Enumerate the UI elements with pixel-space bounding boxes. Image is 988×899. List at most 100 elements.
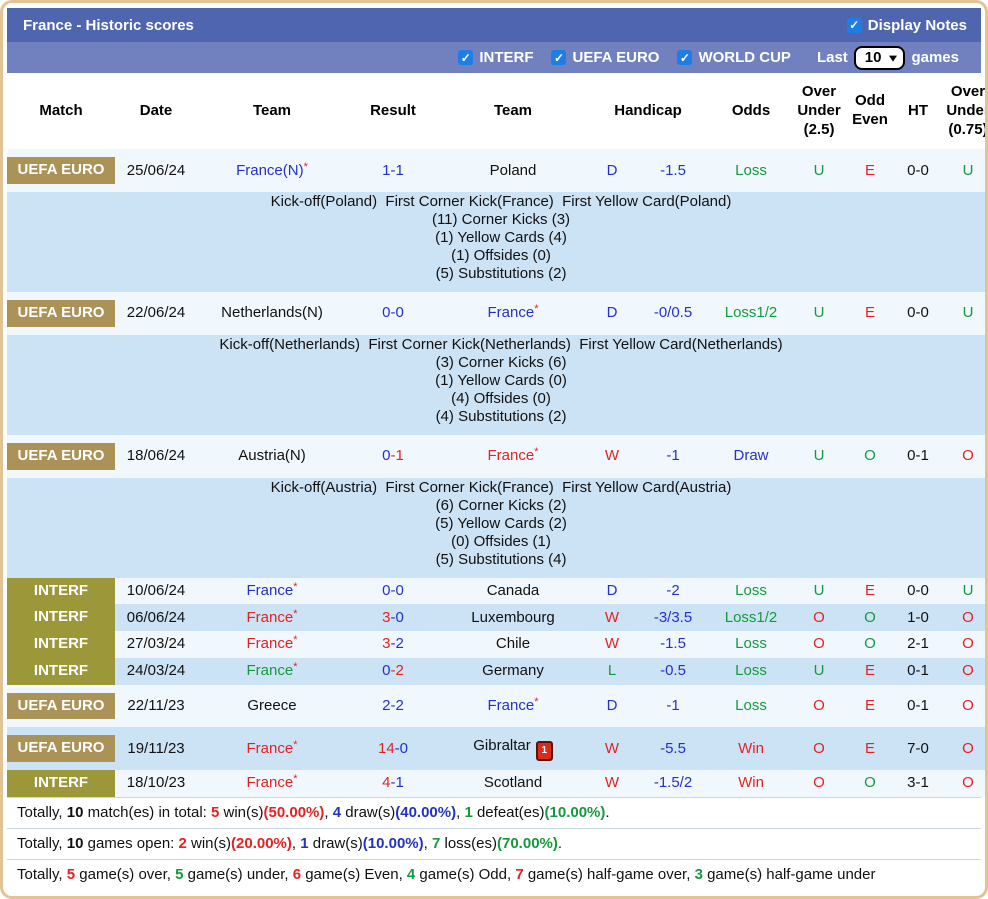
handicap-cell: -3/3.5 [637, 604, 709, 631]
summary-text: 4 [407, 866, 415, 883]
match-table-body: UEFA EURO25/06/24France(N)*1-1PolandD-1.… [7, 149, 988, 797]
home-team-cell: France* [197, 631, 347, 658]
match-competition-cell: UEFA EURO [7, 435, 115, 478]
outcome-cell: W [587, 435, 637, 478]
col-home-team: Team [197, 73, 347, 149]
match-competition-cell: INTERF [7, 631, 115, 658]
note-line: Kick-off(Austria) First Corner Kick(Fran… [17, 479, 985, 497]
world-cup-label: WORLD CUP [698, 49, 791, 66]
odd-even-cell: O [845, 631, 895, 658]
competition-badge: INTERF [7, 604, 115, 631]
match-row: UEFA EURO19/11/23France*14-0Gibraltar1W-… [7, 727, 988, 770]
result-cell: 0-1 [347, 435, 439, 478]
home-score: 14 [378, 740, 395, 757]
team-name: France [247, 662, 294, 679]
red-card-icon: 1 [536, 741, 553, 761]
summary-text: 2 [179, 835, 187, 852]
note-line: (4) Offsides (0) [17, 390, 985, 408]
date-cell: 19/11/23 [115, 727, 197, 770]
col-odd-even: Odd Even [845, 73, 895, 149]
summary-line: Totally, 5 game(s) over, 5 game(s) under… [7, 859, 981, 890]
match-competition-cell: INTERF [7, 770, 115, 797]
outcome-cell: D [587, 292, 637, 335]
summary-text: 10 [67, 804, 84, 821]
away-team-cell: Germany [439, 658, 587, 685]
interf-checkbox[interactable] [458, 50, 473, 65]
home-score: 0 [382, 304, 390, 321]
note-line: (5) Substitutions (4) [17, 551, 985, 569]
ht-cell: 0-1 [895, 685, 941, 728]
result-cell: 0-0 [347, 292, 439, 335]
team-name: France [247, 774, 294, 791]
team-name: Gibraltar [473, 737, 531, 754]
match-notes: Kick-off(Poland) First Corner Kick(Franc… [7, 192, 988, 292]
away-team-cell: Luxembourg [439, 604, 587, 631]
summary-text: (10.00%) [363, 835, 424, 852]
match-competition-cell: UEFA EURO [7, 292, 115, 335]
col-odds: Odds [709, 73, 793, 149]
away-team-cell: Canada [439, 578, 587, 605]
competition-badge: UEFA EURO [7, 693, 115, 720]
filter-world-cup[interactable]: WORLD CUP [677, 49, 791, 66]
outcome-cell: L [587, 658, 637, 685]
display-notes-checkbox[interactable] [847, 18, 862, 33]
odd-even-cell: O [845, 435, 895, 478]
handicap-cell: -0.5 [637, 658, 709, 685]
match-row: UEFA EURO25/06/24France(N)*1-1PolandD-1.… [7, 149, 988, 192]
col-over-under-075: Over Under (0.75) [941, 73, 988, 149]
over-under-25-cell: U [793, 292, 845, 335]
odds-cell: Loss [709, 578, 793, 605]
uefa-euro-checkbox[interactable] [551, 50, 566, 65]
ht-cell: 0-0 [895, 578, 941, 605]
followed-star-icon: * [534, 303, 538, 315]
last-games-select[interactable]: 10 [854, 46, 906, 70]
ht-cell: 0-1 [895, 658, 941, 685]
date-cell: 22/06/24 [115, 292, 197, 335]
team-name: France [488, 697, 535, 714]
home-team-cell: France* [197, 770, 347, 797]
team-name: Netherlands(N) [221, 304, 323, 321]
summary-text: draw(s) [309, 835, 363, 852]
display-notes-toggle[interactable]: Display Notes [847, 17, 967, 34]
odd-even-cell: O [845, 604, 895, 631]
summary-text: , [324, 804, 332, 821]
handicap-cell: -1.5/2 [637, 770, 709, 797]
over-under-25-cell: U [793, 435, 845, 478]
summary-text: (50.00%) [264, 804, 325, 821]
summary-text: . [605, 804, 609, 821]
summary-text: (70.00%) [497, 835, 558, 852]
result-cell: 0-0 [347, 578, 439, 605]
over-under-25-cell: O [793, 727, 845, 770]
world-cup-checkbox[interactable] [677, 50, 692, 65]
away-score: -0 [391, 582, 404, 599]
last-games-group: Last 10 games [817, 46, 959, 70]
summary-line: Totally, 10 match(es) in total: 5 win(s)… [7, 797, 981, 828]
outcome-cell: W [587, 604, 637, 631]
outcome-cell: D [587, 149, 637, 192]
home-team-cell: France* [197, 604, 347, 631]
result-cell: 3-0 [347, 604, 439, 631]
filter-interf[interactable]: INTERF [458, 49, 533, 66]
handicap-cell: -1.5 [637, 149, 709, 192]
team-name: France [247, 582, 294, 599]
match-row: UEFA EURO18/06/24Austria(N)0-1France*W-1… [7, 435, 988, 478]
outcome-cell: D [587, 685, 637, 728]
over-under-075-cell: O [941, 770, 988, 797]
filter-uefa-euro[interactable]: UEFA EURO [551, 49, 659, 66]
outcome-cell: W [587, 727, 637, 770]
odds-cell: Draw [709, 435, 793, 478]
match-row: INTERF06/06/24France*3-0LuxembourgW-3/3.… [7, 604, 988, 631]
match-row: INTERF27/03/24France*3-2ChileW-1.5LossOO… [7, 631, 988, 658]
note-line: (5) Yellow Cards (2) [17, 515, 985, 533]
date-cell: 22/11/23 [115, 685, 197, 728]
table-header: Match Date Team Result Team Handicap Odd… [7, 73, 988, 149]
result-cell: 0-2 [347, 658, 439, 685]
over-under-075-cell: U [941, 149, 988, 192]
team-name: Luxembourg [471, 609, 554, 626]
match-row: INTERF24/03/24France*0-2GermanyL-0.5Loss… [7, 658, 988, 685]
handicap-cell: -1.5 [637, 631, 709, 658]
note-line: Kick-off(Poland) First Corner Kick(Franc… [17, 193, 985, 211]
match-competition-cell: UEFA EURO [7, 149, 115, 192]
date-cell: 10/06/24 [115, 578, 197, 605]
competition-badge: UEFA EURO [7, 157, 115, 184]
